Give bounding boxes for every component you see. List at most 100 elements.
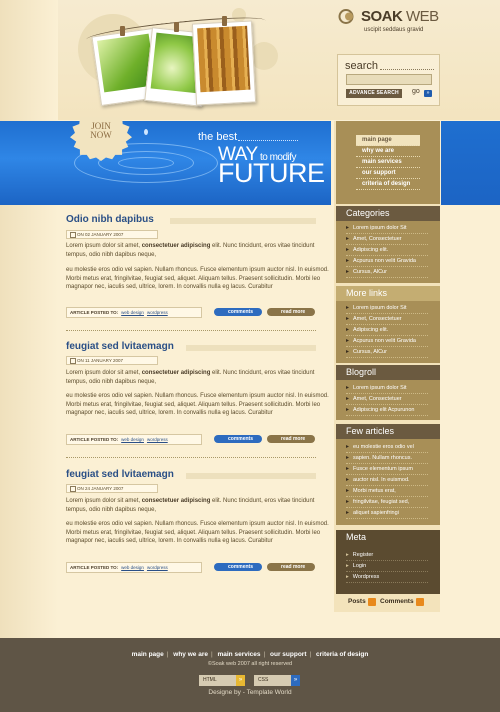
post-intro: Lorem ipsum dolor sit amet, consectetuer… [66, 243, 315, 258]
post-separator [66, 457, 316, 458]
article-link[interactable]: Morbi metus erat, [346, 487, 428, 497]
blogroll-heading: Blogroll [336, 365, 440, 380]
logo-tagline: uscipit seddaus gravid [364, 27, 424, 33]
post-tags: ARTICLE POSTED TO: web design wordpress [66, 434, 202, 445]
post-body: eu molestie eros odio vel sapien. Nullam… [66, 521, 329, 544]
search-box: search ADVANCE SEARCH go » [337, 54, 440, 106]
nav-item-main-services[interactable]: main services [356, 157, 420, 168]
post-tags: ARTICLE POSTED TO: web design wordpress [66, 307, 202, 318]
category-link[interactable]: Adipiscing elit. [346, 246, 428, 256]
comments-button[interactable]: comments [214, 563, 262, 571]
comments-feed-label[interactable]: Comments [380, 598, 414, 605]
blogroll-link[interactable]: Lorem ipsum dolor Sit [346, 384, 428, 394]
go-label[interactable]: go [412, 88, 420, 95]
tag-link[interactable]: web design [121, 565, 144, 570]
post-tags: ARTICLE POSTED TO: web design wordpress [66, 562, 202, 573]
more-link[interactable]: Adipiscing elit. [346, 326, 428, 336]
read-more-button[interactable]: read more [267, 435, 315, 443]
footer-link-our-support[interactable]: our support [270, 651, 306, 658]
post-title[interactable]: feugiat sed lvitaemagn [66, 341, 174, 352]
comments-button[interactable]: comments [214, 435, 262, 443]
title-bar [186, 473, 316, 479]
tag-link[interactable]: wordpress [147, 437, 168, 442]
nav-item-criteria-of-design[interactable]: criteria of design [356, 179, 420, 190]
advance-search-button[interactable]: ADVANCE SEARCH [346, 89, 402, 98]
nav-item-our-support[interactable]: our support [356, 168, 420, 179]
tag-link[interactable]: wordpress [147, 565, 168, 570]
credits: Designe by - Template World [208, 689, 292, 696]
meta-heading: Meta [346, 532, 367, 542]
banner-future: FUTURE [218, 158, 325, 188]
more-link[interactable]: Lorem ipsum dolor Sit [346, 304, 428, 314]
footer-nav: main page | why we are | main services | ou… [131, 651, 369, 658]
clothespin [222, 16, 227, 26]
footer-link-criteria-of-design[interactable]: criteria of design [316, 651, 368, 658]
title-bar [186, 345, 316, 351]
article-link[interactable]: eu molestie eros odio vel [346, 443, 428, 453]
search-input[interactable] [346, 74, 432, 85]
more-link[interactable]: Cursus, AlCur [346, 348, 428, 358]
footer-link-main-services[interactable]: main services [217, 651, 260, 658]
tag-link[interactable]: wordpress [147, 310, 168, 315]
category-link[interactable]: Cursus, AlCur [346, 268, 428, 278]
comments-button[interactable]: comments [214, 308, 262, 316]
divider [380, 69, 434, 70]
post-title[interactable]: feugiat sed lvitaemagn [66, 469, 174, 480]
main-nav-list: main page why we are main services our s… [356, 135, 420, 190]
more-link[interactable]: Amet, Consectetuer [346, 315, 428, 325]
title-bar [170, 218, 316, 224]
css-valid-badge[interactable]: CSS» [254, 675, 300, 686]
article-link[interactable]: auctor nisl. In euismod. [346, 476, 428, 486]
nav-item-why-we-are[interactable]: why we are [356, 146, 420, 157]
more-links-heading: More links [336, 286, 440, 301]
category-link[interactable]: Lorem ipsum dolor Sit [346, 224, 428, 234]
nav-item-main-page[interactable]: main page [356, 135, 420, 146]
feeds: Posts Comments [336, 596, 440, 610]
post-title[interactable]: Odio nibh dapibus [66, 214, 154, 225]
footer-link-main-page[interactable]: main page [132, 651, 164, 658]
footer [0, 638, 500, 712]
go-button[interactable]: » [424, 90, 432, 97]
tag-link[interactable]: web design [121, 310, 144, 315]
categories-heading: Categories [336, 206, 440, 221]
register-link[interactable]: Register [346, 551, 428, 561]
rss-icon[interactable] [416, 598, 424, 606]
logo-mark-icon [338, 9, 354, 24]
article-link[interactable]: Fusce elementum ipsum [346, 465, 428, 475]
rss-icon[interactable] [368, 598, 376, 606]
wordpress-link[interactable]: Wordpress [346, 573, 428, 583]
more-link[interactable]: Acpurus non velit Gravida [346, 337, 428, 347]
banner-kicker: the best [198, 131, 238, 143]
article-link[interactable]: fringilvitae, feugiat sed, [346, 498, 428, 508]
logo-text: SOAK WEB [361, 8, 439, 25]
read-more-button[interactable]: read more [267, 563, 315, 571]
posts-feed-label[interactable]: Posts [348, 598, 366, 605]
footer-link-why-we-are[interactable]: why we are [173, 651, 208, 658]
photo-city [191, 20, 257, 106]
left-shade [0, 0, 58, 640]
post-date: ON 24 JANUARY 2007 [66, 484, 158, 493]
few-articles-heading: Few articles [336, 424, 440, 439]
clothespin [120, 26, 125, 36]
article-link[interactable]: sapien. Nullam rhoncus. [346, 454, 428, 464]
read-more-button[interactable]: read more [267, 308, 315, 316]
join-now-label[interactable]: JOIN NOW [70, 122, 132, 140]
post-intro: Lorem ipsum dolor sit amet, consectetuer… [66, 370, 315, 385]
blogroll-link[interactable]: Adipiscing elit Acpurunon [346, 406, 428, 416]
post-date: ON 02 JANUARY 2007 [66, 230, 158, 239]
water-drop [144, 129, 148, 135]
category-link[interactable]: Amet, Consectetuer [346, 235, 428, 245]
category-link[interactable]: Acpurus non velit Gravida [346, 257, 428, 267]
banner-strip [441, 121, 500, 205]
blogroll-link[interactable]: Amet, Consectetuer [346, 395, 428, 405]
post-separator [66, 330, 316, 331]
article-link[interactable]: aliquet sapienfringi [346, 509, 428, 519]
post-body: eu molestie eros odio vel sapien. Nullam… [66, 267, 329, 290]
copyright: ©Soak web 2007 all right reserved [207, 661, 293, 667]
post-body: eu molestie eros odio vel sapien. Nullam… [66, 393, 329, 416]
post-date: ON 11 JANUARY 2007 [66, 356, 158, 365]
login-link[interactable]: Login [346, 562, 428, 572]
html-valid-badge[interactable]: HTML» [199, 675, 245, 686]
tag-link[interactable]: web design [121, 437, 144, 442]
post-intro: Lorem ipsum dolor sit amet, consectetuer… [66, 498, 315, 513]
